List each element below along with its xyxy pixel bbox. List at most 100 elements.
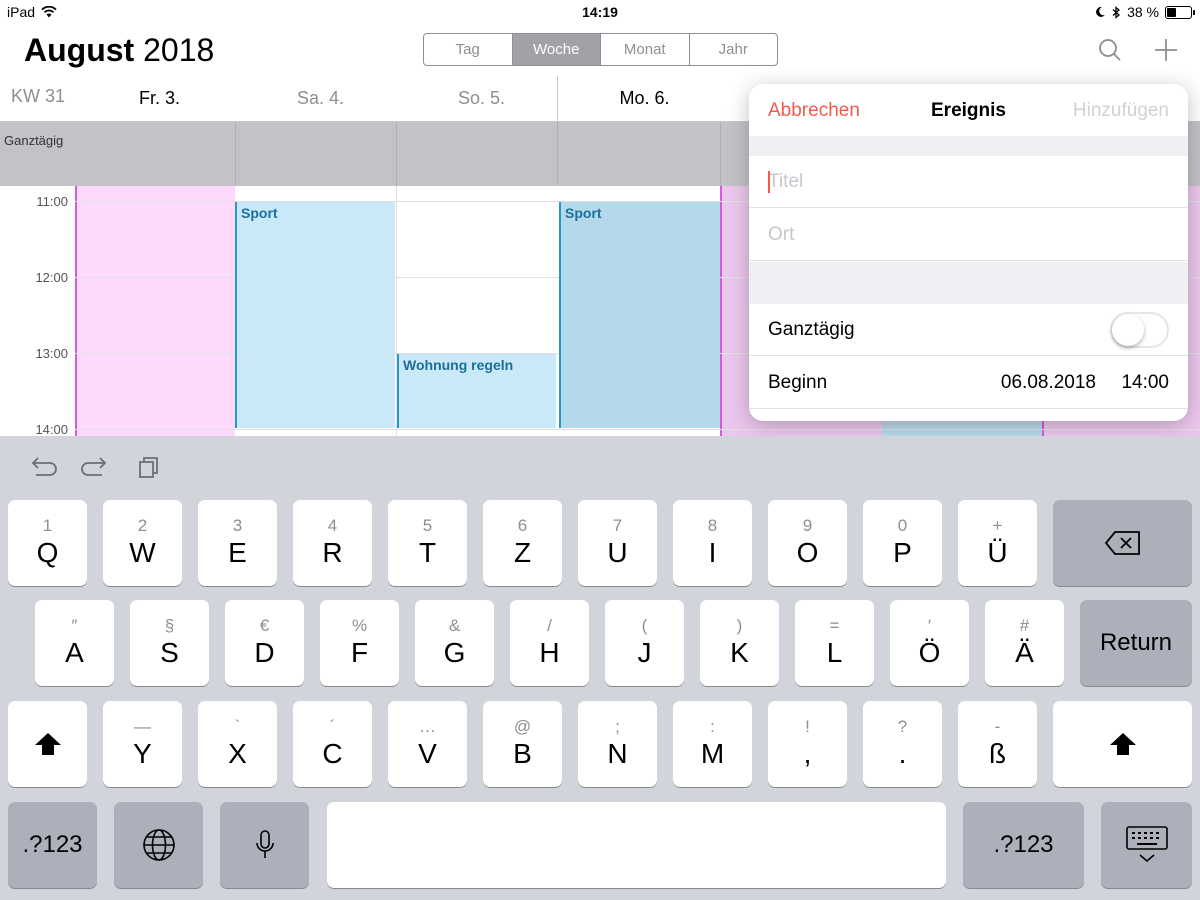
numbers-key-left[interactable]: .?123 xyxy=(8,802,97,888)
key-main-label: Q xyxy=(36,537,59,568)
key-main-label: X xyxy=(228,738,247,769)
key-r[interactable]: 4R xyxy=(293,500,372,586)
hour-label: 11:00 xyxy=(36,194,68,209)
key-h[interactable]: / H xyxy=(510,600,589,686)
undo-icon[interactable] xyxy=(28,452,58,482)
title-input[interactable] xyxy=(768,156,1168,207)
key-p[interactable]: 0P xyxy=(863,500,942,586)
key-main-label: E xyxy=(228,537,247,568)
key-y[interactable]: — Y xyxy=(103,701,182,787)
globe-key[interactable] xyxy=(114,802,203,888)
key-ß[interactable]: -ß xyxy=(958,701,1037,787)
section-gap xyxy=(749,262,1188,304)
day-header-sat[interactable]: Sa. 4. xyxy=(240,88,401,109)
key-j[interactable]: (J xyxy=(605,600,684,686)
all-day-setting-label: Ganztägig xyxy=(768,319,855,340)
microphone-icon xyxy=(255,830,274,858)
add-button[interactable]: Hinzufügen xyxy=(1073,100,1169,122)
add-icon[interactable] xyxy=(1152,36,1180,64)
day-header-mon[interactable]: Mo. 6. xyxy=(564,88,725,109)
key-n[interactable]: ; N xyxy=(578,701,657,787)
key-v[interactable]: … V xyxy=(388,701,467,787)
key-main-label: C xyxy=(322,738,343,769)
return-label: Return xyxy=(1099,629,1173,656)
key-main-label: O xyxy=(796,537,819,568)
key-ä[interactable]: # Ä xyxy=(985,600,1064,686)
key-t[interactable]: 5T xyxy=(388,500,467,586)
key-q[interactable]: 1Q xyxy=(8,500,87,586)
location-input[interactable] xyxy=(768,209,1168,260)
paste-icon[interactable] xyxy=(134,452,164,482)
location-field[interactable] xyxy=(749,209,1188,261)
day-column-fri[interactable] xyxy=(75,186,235,436)
key-f[interactable]: % F xyxy=(320,600,399,686)
key-m[interactable]: :M xyxy=(673,701,752,787)
key-main-label: A xyxy=(65,637,84,668)
start-time[interactable]: 14:00 xyxy=(1121,372,1169,394)
key-main-label: U xyxy=(607,537,628,568)
year: 2018 xyxy=(143,32,215,68)
key-alt-label: ″ xyxy=(71,616,78,635)
key-main-label: . xyxy=(898,738,907,769)
event-sport-mon[interactable]: Sport xyxy=(559,202,720,428)
key-d[interactable]: € D xyxy=(225,600,304,686)
key-alt-label: ′ xyxy=(927,616,932,635)
redo-icon[interactable] xyxy=(80,452,110,482)
start-row[interactable]: Beginn 06.08.2018 14:00 xyxy=(749,357,1188,409)
start-date[interactable]: 06.08.2018 xyxy=(1001,372,1096,394)
key-,[interactable]: !, xyxy=(768,701,847,787)
dictation-key[interactable] xyxy=(220,802,309,888)
space-key[interactable] xyxy=(327,802,946,888)
key-ü[interactable]: + Ü xyxy=(958,500,1037,586)
segment-tag[interactable]: Tag xyxy=(424,34,513,65)
key-i[interactable]: 8I xyxy=(673,500,752,586)
view-segmented-control: Tag Woche Monat Jahr xyxy=(423,33,778,66)
key-main-label: L xyxy=(826,637,843,668)
month-name: August xyxy=(24,32,135,68)
event-sport-sat[interactable]: Sport xyxy=(235,202,395,428)
key-g[interactable]: & G xyxy=(415,600,494,686)
event-wohnung-regeln[interactable]: Wohnung regeln xyxy=(397,354,556,428)
key-b[interactable]: @ B xyxy=(483,701,562,787)
key-alt-label: ? xyxy=(897,717,908,736)
key-main-label: G xyxy=(443,637,466,668)
segment-woche[interactable]: Woche xyxy=(512,34,601,65)
key-o[interactable]: 9O xyxy=(768,500,847,586)
key-ö[interactable]: ′ Ö xyxy=(890,600,969,686)
all-day-toggle[interactable] xyxy=(1110,312,1169,348)
key-alt-label: — xyxy=(134,717,151,736)
segment-monat[interactable]: Monat xyxy=(601,34,690,65)
shift-key-left[interactable] xyxy=(8,701,87,787)
title-field[interactable] xyxy=(749,156,1188,208)
segment-jahr[interactable]: Jahr xyxy=(690,34,778,65)
key-z[interactable]: 6Z xyxy=(483,500,562,586)
key-.[interactable]: ?. xyxy=(863,701,942,787)
start-label: Beginn xyxy=(768,372,828,393)
return-key[interactable]: Return xyxy=(1080,600,1192,686)
key-main-label: M xyxy=(700,738,725,769)
key-l[interactable]: = L xyxy=(795,600,874,686)
key-u[interactable]: 7U xyxy=(578,500,657,586)
key-e[interactable]: 3E xyxy=(198,500,277,586)
calendar-header: August 2018 Tag Woche Monat Jahr xyxy=(0,24,1200,76)
hour-label: 12:00 xyxy=(35,270,68,285)
key-k[interactable]: ) K xyxy=(700,600,779,686)
column-divider xyxy=(235,122,236,186)
globe-icon xyxy=(142,829,175,861)
backspace-key[interactable] xyxy=(1053,500,1192,586)
day-header-sun[interactable]: So. 5. xyxy=(401,88,562,109)
dismiss-keyboard-key[interactable] xyxy=(1101,802,1192,888)
battery-level xyxy=(1167,7,1176,17)
key-a[interactable]: ″ A xyxy=(35,600,114,686)
search-icon[interactable] xyxy=(1096,36,1124,64)
cancel-button[interactable]: Abbrechen xyxy=(768,100,860,122)
key-w[interactable]: 2W xyxy=(103,500,182,586)
bluetooth-icon xyxy=(1112,5,1121,19)
key-s[interactable]: § S xyxy=(130,600,209,686)
key-c[interactable]: ´ C xyxy=(293,701,372,787)
shift-key-right[interactable] xyxy=(1053,701,1192,787)
key-main-label: K xyxy=(730,637,749,668)
numbers-key-right[interactable]: .?123 xyxy=(963,802,1084,888)
day-header-fri[interactable]: Fr. 3. xyxy=(79,88,240,109)
key-x[interactable]: ` X xyxy=(198,701,277,787)
